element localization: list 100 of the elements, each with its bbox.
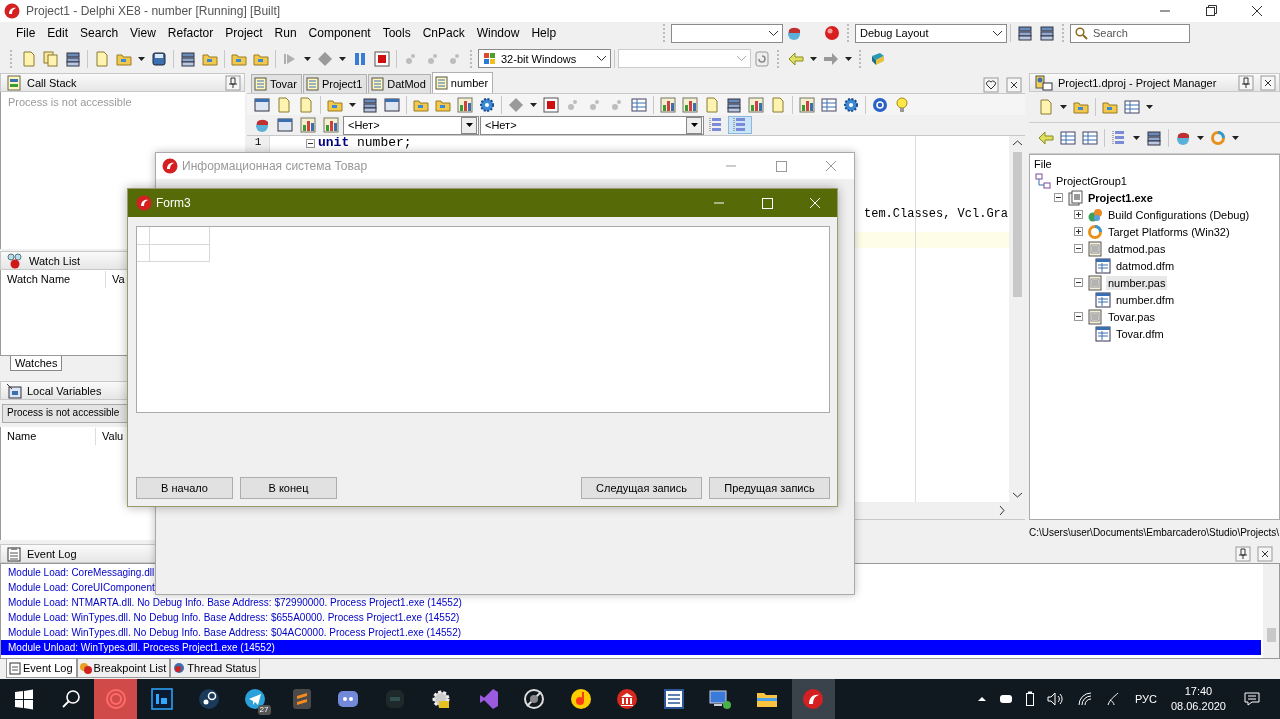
caret-icon[interactable] bbox=[1060, 105, 1067, 109]
menu-item[interactable]: CnPack bbox=[416, 26, 471, 41]
stack-icon[interactable] bbox=[362, 96, 378, 113]
gear-icon[interactable] bbox=[479, 96, 495, 113]
chart-icon[interactable] bbox=[323, 117, 339, 133]
fold-toggle[interactable] bbox=[306, 138, 315, 148]
chart-icon[interactable] bbox=[748, 96, 764, 113]
documents-icon[interactable] bbox=[43, 50, 59, 67]
log-line[interactable]: Module Load: WinTypes.dll. No Debug Info. Base Address: $04AC0000. Process Project1.exe (14552) bbox=[1, 625, 462, 640]
close-icon[interactable] bbox=[1257, 545, 1273, 562]
window-icon[interactable] bbox=[254, 96, 270, 113]
pause-icon[interactable] bbox=[352, 50, 368, 67]
menu-item[interactable]: Project bbox=[219, 26, 269, 41]
method-dropdown[interactable]: <Нет> bbox=[480, 115, 704, 135]
tree-item[interactable]: number.pas bbox=[1106, 275, 1168, 290]
editor-tab[interactable]: DatMod bbox=[368, 74, 431, 93]
caret-icon[interactable] bbox=[349, 102, 356, 107]
scroll-thumb[interactable] bbox=[1012, 152, 1022, 297]
close-icon[interactable] bbox=[1260, 74, 1276, 91]
column-header[interactable]: Watch Name bbox=[1, 271, 105, 288]
stack-icon[interactable] bbox=[65, 50, 81, 67]
window-icon[interactable] bbox=[277, 117, 293, 133]
menu-item[interactable]: Window bbox=[470, 26, 526, 41]
panel-tab[interactable]: Event Log bbox=[6, 659, 77, 678]
grid-icon[interactable] bbox=[821, 96, 837, 113]
wifi-icon[interactable] bbox=[1076, 692, 1093, 706]
pin-icon[interactable] bbox=[1235, 545, 1251, 562]
stack-icon[interactable] bbox=[726, 96, 742, 113]
caret-icon[interactable] bbox=[845, 56, 852, 61]
language-indicator[interactable]: РУС bbox=[1134, 693, 1157, 705]
tree-item[interactable]: ProjectGroup1 bbox=[1054, 173, 1129, 188]
caret-icon[interactable] bbox=[530, 102, 537, 107]
nav-button[interactable]: Следущая запись bbox=[581, 477, 702, 499]
chart-icon[interactable] bbox=[457, 96, 473, 113]
bulb-icon[interactable] bbox=[894, 96, 910, 113]
chart-icon[interactable] bbox=[300, 117, 316, 133]
list-icon[interactable] bbox=[708, 117, 724, 133]
class-dropdown[interactable]: <Нет> bbox=[343, 115, 479, 135]
editor-tab[interactable]: number bbox=[431, 72, 494, 93]
left-arrow-icon[interactable] bbox=[788, 50, 804, 67]
clock[interactable]: 17:40 08.06.2020 bbox=[1170, 684, 1226, 714]
globe-icon[interactable] bbox=[786, 25, 802, 42]
scroll-down-icon[interactable] bbox=[1012, 492, 1022, 498]
chart-icon[interactable] bbox=[799, 96, 815, 113]
column-header[interactable]: File bbox=[1032, 158, 1279, 172]
expand-toggle[interactable] bbox=[1072, 227, 1084, 236]
expand-toggle[interactable] bbox=[1072, 210, 1084, 219]
caret-icon[interactable] bbox=[304, 56, 311, 61]
book-icon[interactable] bbox=[870, 50, 886, 67]
log-line[interactable]: Module Load: CoreUIComponent bbox=[1, 580, 155, 595]
chart-icon[interactable] bbox=[682, 96, 698, 113]
taskbar-app[interactable] bbox=[791, 679, 835, 719]
tree-item[interactable]: Target Platforms (Win32) bbox=[1106, 224, 1232, 239]
folder-icon[interactable] bbox=[1102, 99, 1118, 115]
pin-icon[interactable] bbox=[225, 74, 241, 91]
volume-icon[interactable] bbox=[1046, 692, 1065, 706]
column-header[interactable]: Valu bbox=[95, 428, 124, 445]
pin-icon[interactable] bbox=[1238, 74, 1254, 91]
tree-item[interactable]: Project1.exe bbox=[1086, 190, 1155, 205]
pen-icon[interactable] bbox=[1104, 691, 1121, 707]
refresh-icon[interactable] bbox=[754, 50, 770, 67]
left-arrow-icon[interactable] bbox=[1038, 130, 1054, 146]
editor-tab[interactable]: Project1 bbox=[302, 74, 368, 93]
collapse-toggle[interactable] bbox=[1052, 193, 1064, 202]
chart-icon[interactable] bbox=[660, 96, 676, 113]
grid-icon[interactable] bbox=[1082, 130, 1098, 146]
folder-icon[interactable] bbox=[1073, 99, 1089, 115]
stack-icon[interactable] bbox=[180, 50, 196, 67]
stop-icon[interactable] bbox=[543, 96, 559, 113]
battery-icon[interactable] bbox=[1024, 691, 1035, 707]
ring-icon[interactable] bbox=[1210, 130, 1226, 146]
grid-icon[interactable] bbox=[1060, 130, 1076, 146]
menu-item[interactable]: Run bbox=[268, 26, 303, 41]
menu-item[interactable]: Help bbox=[525, 26, 563, 41]
menu-item[interactable]: View bbox=[124, 26, 162, 41]
gear-icon[interactable] bbox=[843, 96, 859, 113]
caret-icon[interactable] bbox=[339, 56, 346, 61]
scroll-thumb[interactable] bbox=[1267, 628, 1276, 642]
tree-item[interactable]: number.dfm bbox=[1114, 292, 1177, 307]
caret-icon[interactable] bbox=[810, 56, 817, 61]
heart-icon[interactable] bbox=[983, 77, 999, 93]
collapse-toggle[interactable] bbox=[1072, 244, 1084, 253]
panel-tab[interactable]: Thread Status bbox=[170, 659, 261, 678]
caret-icon[interactable] bbox=[138, 56, 145, 61]
layout-dropdown[interactable]: Debug Layout bbox=[855, 23, 1007, 43]
collapse-toggle[interactable] bbox=[1072, 312, 1084, 321]
caret-icon[interactable] bbox=[1232, 136, 1239, 140]
tree-item[interactable]: Tovar.dfm bbox=[1114, 326, 1166, 341]
platform-dropdown[interactable]: 32-bit Windows bbox=[478, 49, 611, 69]
stop-icon[interactable] bbox=[374, 50, 390, 67]
collapse-toggle[interactable] bbox=[1072, 278, 1084, 287]
help-icon[interactable] bbox=[872, 96, 888, 113]
scrollbar[interactable] bbox=[1263, 564, 1279, 658]
tree-item[interactable]: Build Configurations (Debug) bbox=[1106, 207, 1252, 222]
caret-icon[interactable] bbox=[1133, 136, 1140, 140]
stack-icon[interactable] bbox=[1017, 25, 1033, 42]
grid-icon[interactable] bbox=[631, 96, 647, 113]
tree-item[interactable]: Tovar.pas bbox=[1106, 309, 1158, 324]
stack-icon[interactable] bbox=[1039, 25, 1055, 42]
log-line[interactable]: Module Load: CoreMessaging.dll bbox=[1, 565, 155, 580]
